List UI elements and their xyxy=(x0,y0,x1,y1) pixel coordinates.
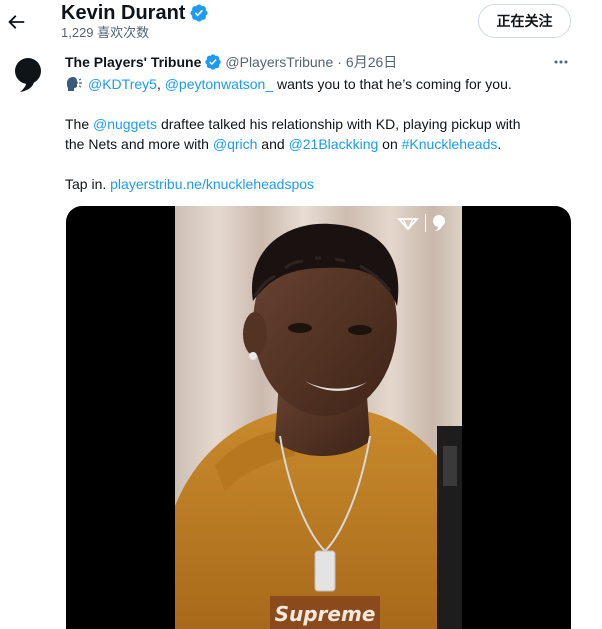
tribune-logo-icon xyxy=(397,218,419,231)
mention-kdtrey5[interactable]: @KDTrey5 xyxy=(88,76,157,92)
para2-text-5: on xyxy=(378,136,402,152)
mention-qrich[interactable]: @qrich xyxy=(213,136,258,152)
author-name[interactable]: The Players' Tribune xyxy=(65,54,201,70)
tweet-url-link[interactable]: playerstribu.ne/knuckleheadspos xyxy=(110,176,314,192)
players-tribune-avatar[interactable] xyxy=(11,57,45,93)
tweet-date[interactable]: 6月26日 xyxy=(346,52,397,72)
arrow-left-icon[interactable] xyxy=(5,11,27,33)
separator-dot: · xyxy=(337,54,342,70)
hashtag-knuckleheads[interactable]: #Knuckleheads xyxy=(402,136,498,152)
top-bar: Kevin Durant 1,229 喜欢次数 正在关注 xyxy=(0,0,602,48)
video-watermark xyxy=(397,214,446,232)
tweet-paragraph-2: The @nuggets draftee talked his relation… xyxy=(65,114,570,154)
verified-badge-icon xyxy=(205,54,222,70)
video-media[interactable]: Supreme xyxy=(66,206,571,629)
tweet-paragraph-3: Tap in. playerstribu.ne/knuckleheadspos xyxy=(65,174,570,194)
watermark-divider xyxy=(425,214,426,232)
speaking-head-emoji xyxy=(67,77,82,91)
video-frame: Supreme xyxy=(175,206,462,629)
verified-badge-icon xyxy=(190,4,209,22)
para2-text-1: The xyxy=(65,116,94,132)
mention-peytonwatson[interactable]: @peytonwatson_ xyxy=(165,76,273,92)
para3-text: Tap in. xyxy=(65,176,111,192)
tweet-header: The Players' Tribune @PlayersTribune · 6… xyxy=(65,53,397,71)
comma-logo-icon xyxy=(433,215,445,231)
line1-text: wants you to that he’s coming for you. xyxy=(273,76,512,92)
mention-nuggets[interactable]: @nuggets xyxy=(93,116,157,132)
likes-count: 1,229 喜欢次数 xyxy=(61,25,150,40)
para2-text-6: . xyxy=(497,136,502,152)
tweet-page: Kevin Durant 1,229 喜欢次数 正在关注 The Players… xyxy=(0,0,602,629)
more-horizontal-icon[interactable] xyxy=(553,54,569,70)
profile-name: Kevin Durant xyxy=(61,2,186,24)
tweet-line-1: @KDTrey5, @peytonwatson_ wants you to th… xyxy=(65,74,570,94)
profile-title: Kevin Durant xyxy=(61,1,209,25)
tweet-text: @KDTrey5, @peytonwatson_ wants you to th… xyxy=(65,74,570,214)
para2-text-3: the Nets and more with xyxy=(65,136,213,152)
comma-text: , xyxy=(156,76,161,92)
shirt-text: Supreme xyxy=(275,602,376,626)
para2-text-2: draftee talked his relationship with KD,… xyxy=(157,116,521,132)
mention-21blackking[interactable]: @21Blackking xyxy=(289,136,379,152)
following-button[interactable]: 正在关注 xyxy=(478,4,571,38)
video-thumbnail-image: Supreme xyxy=(175,206,462,629)
para2-text-4: and xyxy=(257,136,289,152)
author-handle[interactable]: @PlayersTribune xyxy=(225,54,333,70)
